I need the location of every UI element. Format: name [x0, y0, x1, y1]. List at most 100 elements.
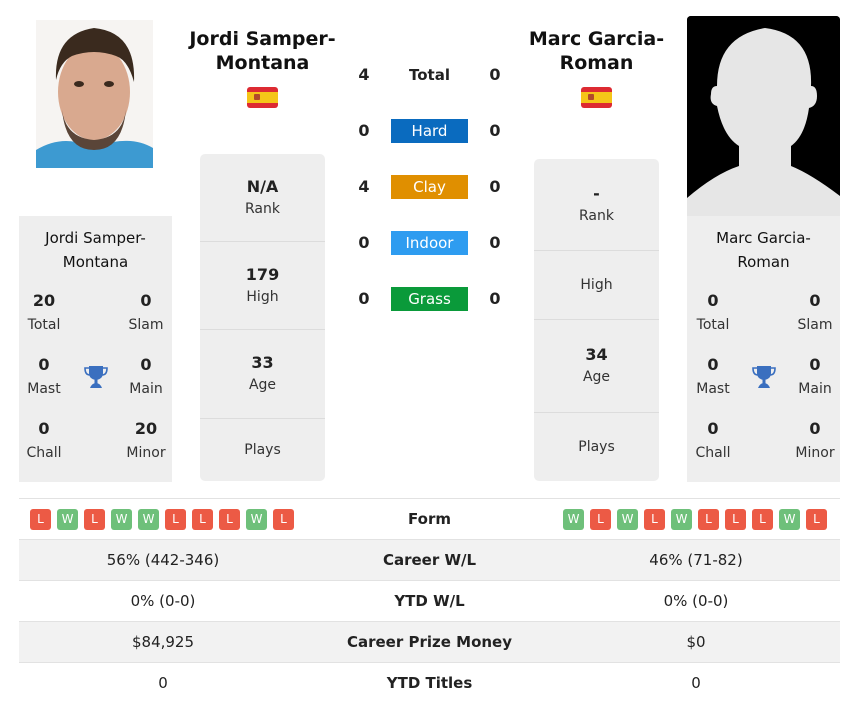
h2h-p1-count: 0	[358, 289, 370, 308]
form-badge-loss[interactable]: L	[273, 508, 294, 530]
player2-ytd-titles: 0	[691, 674, 701, 692]
form-badge-win[interactable]: W	[563, 508, 584, 530]
stat-value: 0	[809, 355, 821, 374]
stat-label: Slam	[797, 317, 833, 333]
form-badge-loss[interactable]: L	[698, 508, 719, 530]
form-badge-loss[interactable]: L	[590, 508, 611, 530]
titles-slam: 0 Slam	[785, 289, 845, 337]
surface-badge-grass[interactable]: Grass	[391, 287, 468, 311]
form-badge-loss[interactable]: L	[752, 508, 773, 530]
high-label: High	[246, 288, 279, 305]
h2h-p2-count: 0	[489, 289, 501, 308]
titles-minor: 20 Minor	[116, 417, 176, 465]
card-name-line2: Roman	[737, 253, 790, 271]
h2h-p2-count: 0	[489, 233, 501, 252]
rank-value: N/A	[246, 176, 279, 196]
card-name-line2: Montana	[62, 253, 129, 271]
player1-high: 179 High	[200, 242, 325, 330]
player2-ytd-wl: 0% (0-0)	[663, 592, 729, 610]
stat-value: 0	[707, 291, 719, 310]
player2-name-line2: Roman	[559, 52, 634, 74]
table-row-career-wl: 56% (442-346) Career W/L 46% (71-82)	[19, 539, 840, 580]
form-badge-loss[interactable]: L	[806, 508, 827, 530]
player1-career-wl: 56% (442-346)	[106, 551, 220, 569]
form-badge-loss[interactable]: L	[165, 508, 186, 530]
player1-prize-money: $84,925	[131, 633, 195, 651]
h2h-p1-count: 4	[358, 177, 370, 196]
form-badge-win[interactable]: W	[111, 508, 132, 530]
form-badge-loss[interactable]: L	[30, 508, 51, 530]
table-row-ytd-wl: 0% (0-0) YTD W/L 0% (0-0)	[19, 580, 840, 621]
player1-plays: Plays	[200, 419, 325, 481]
form-badge-win[interactable]: W	[617, 508, 638, 530]
titles-mast: 0 Mast	[683, 353, 743, 401]
player1-ytd-titles: 0	[158, 674, 168, 692]
player2-career-wl: 46% (71-82)	[649, 551, 743, 569]
player1-form: LWLWWLLLWL	[30, 508, 294, 530]
h2h-row-hard: 0 Hard 0	[350, 119, 510, 143]
stat-value: 0	[38, 355, 50, 374]
stat-value: 0	[809, 291, 821, 310]
player2-card-name[interactable]: Marc Garcia- Roman	[687, 226, 840, 274]
high-value: 179	[245, 264, 280, 284]
player2-photo-placeholder	[687, 16, 840, 216]
surface-badge-clay[interactable]: Clay	[391, 175, 468, 199]
row-label-ytd-titles: YTD Titles	[386, 674, 473, 692]
row-label-ytd-wl: YTD W/L	[394, 592, 465, 610]
stat-value: 0	[38, 419, 50, 438]
stat-value: 0	[707, 355, 719, 374]
player1-name-heading[interactable]: Jordi Samper- Montana	[180, 27, 345, 75]
form-badge-win[interactable]: W	[57, 508, 78, 530]
form-badge-win[interactable]: W	[671, 508, 692, 530]
stat-label: Main	[129, 381, 163, 397]
plays-label: Plays	[578, 439, 615, 455]
h2h-p2-count: 0	[489, 65, 501, 84]
titles-main: 0 Main	[785, 353, 845, 401]
player2-form: WLWLWLLLWL	[563, 508, 827, 530]
age-value: 33	[251, 353, 274, 372]
h2h-row-indoor: 0 Indoor 0	[350, 231, 510, 255]
comparison-table: LWLWWLLLWL Form WLWLWLLLWL 56% (442-346)…	[19, 498, 840, 703]
stat-label: Total	[27, 317, 61, 333]
plays-label: Plays	[244, 442, 281, 458]
form-badge-loss[interactable]: L	[219, 508, 240, 530]
titles-total: 20 Total	[14, 289, 74, 337]
surface-badge-hard[interactable]: Hard	[391, 119, 468, 143]
surface-badge-indoor[interactable]: Indoor	[391, 231, 468, 255]
player2-prize-money: $0	[686, 633, 706, 651]
form-badge-loss[interactable]: L	[725, 508, 746, 530]
player2-rank: - Rank	[534, 159, 659, 251]
stat-label: Chall	[26, 445, 62, 461]
player1-photo	[36, 20, 153, 168]
player1-rank: N/A Rank	[200, 154, 325, 242]
form-badge-win[interactable]: W	[138, 508, 159, 530]
rank-value: -	[593, 183, 600, 203]
player2-high: High	[534, 251, 659, 320]
form-badge-loss[interactable]: L	[84, 508, 105, 530]
stat-label: Mast	[696, 381, 730, 397]
h2h-row-total: 4 Total 0	[350, 63, 510, 87]
row-label-career-wl: Career W/L	[382, 551, 477, 569]
form-badge-loss[interactable]: L	[644, 508, 665, 530]
stat-label: Chall	[695, 445, 731, 461]
stat-value: 0	[140, 291, 152, 310]
stat-value: 0	[140, 355, 152, 374]
trophy-icon	[83, 364, 109, 390]
table-row-prize-money: $84,925 Career Prize Money $0	[19, 621, 840, 662]
spain-flag-icon	[581, 87, 612, 108]
player1-age: 33 Age	[200, 330, 325, 419]
trophy-icon	[751, 364, 777, 390]
form-badge-loss[interactable]: L	[192, 508, 213, 530]
table-row-form: LWLWWLLLWL Form WLWLWLLLWL	[19, 498, 840, 539]
stat-value: 0	[707, 419, 719, 438]
form-badge-win[interactable]: W	[246, 508, 267, 530]
spain-flag-icon	[247, 87, 278, 108]
titles-chall: 0 Chall	[14, 417, 74, 465]
stat-label: Total	[696, 317, 730, 333]
player1-rank-panel: N/A Rank 179 High 33 Age Plays	[200, 154, 325, 481]
age-label: Age	[248, 377, 277, 393]
player2-name-heading[interactable]: Marc Garcia- Roman	[515, 27, 678, 75]
player1-card-name[interactable]: Jordi Samper- Montana	[19, 226, 172, 274]
player2-titles-card: Marc Garcia- Roman 0 Total 0 Slam 0 Mast 0 M…	[687, 216, 840, 482]
form-badge-win[interactable]: W	[779, 508, 800, 530]
